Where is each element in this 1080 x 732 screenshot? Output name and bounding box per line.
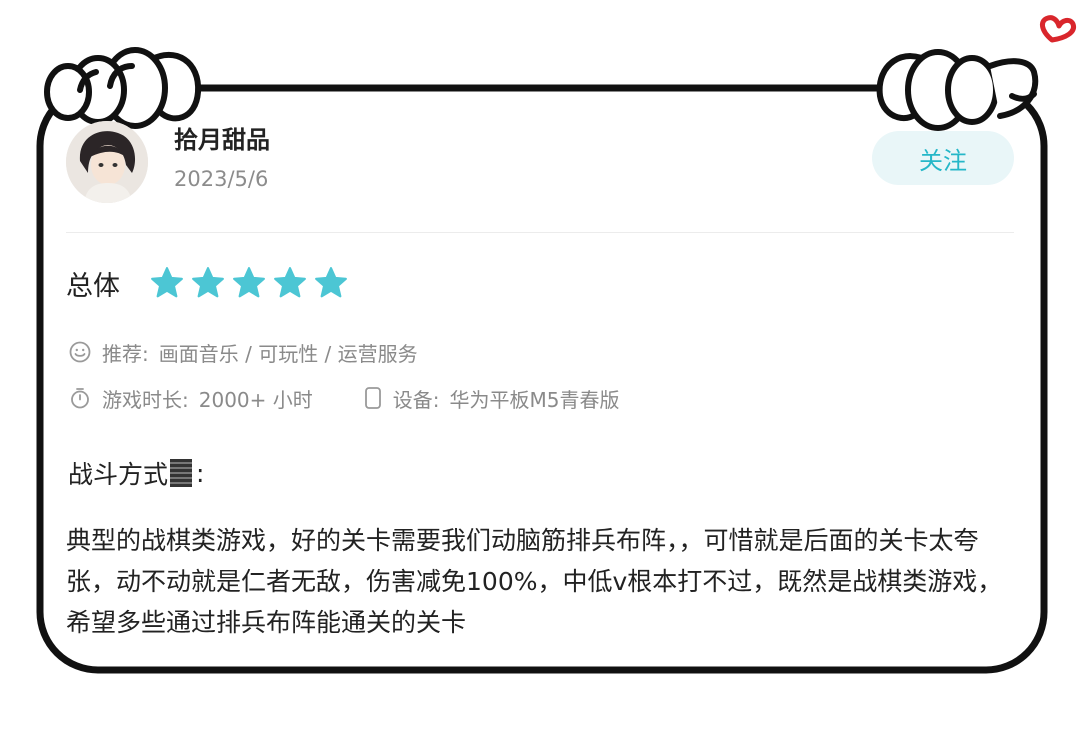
divider (66, 232, 1014, 233)
recommend-value: 画面音乐 / 可玩性 / 运营服务 (158, 341, 418, 366)
playtime-label: 游戏时长: (102, 387, 189, 412)
overall-rating-label: 总体 (66, 271, 120, 302)
star-icon (191, 266, 225, 300)
star-icon (314, 266, 348, 300)
playtime-device-row: 游戏时长: 2000+ 小时 设备: 华为平板M5青春版 (68, 384, 620, 412)
star-icon (232, 266, 266, 300)
device-value: 华为平板M5青春版 (449, 387, 620, 412)
redacted-mark (170, 459, 193, 487)
recommend-row: 推荐: 画面音乐 / 可玩性 / 运营服务 (68, 338, 418, 366)
device-label: 设备: (392, 387, 440, 412)
section-title-text: 战斗方式 (68, 460, 169, 489)
review-section-title: 战斗方式 : (68, 455, 204, 491)
avatar-illustration (66, 121, 148, 203)
avatar[interactable] (66, 121, 148, 203)
star-icon (273, 266, 307, 300)
tablet-icon (363, 386, 383, 410)
review-card: 拾月甜品 2023/5/6 关注 总体 推荐: 画面音乐 / 可玩性 / 运营服… (0, 0, 1080, 732)
post-date: 2023/5/6 (174, 167, 269, 191)
follow-button[interactable]: 关注 (872, 131, 1014, 185)
playtime-value: 2000+ 小时 (198, 387, 313, 412)
recommend-label: 推荐: (102, 341, 149, 366)
stopwatch-icon (68, 386, 92, 410)
review-text: 典型的战棋类游戏，好的关卡需要我们动脑筋排兵布阵，，可惜就是后面的关卡太夸张，动… (66, 526, 1003, 637)
section-title-suffix: : (196, 458, 205, 488)
username[interactable]: 拾月甜品 (174, 120, 270, 155)
star-rating (150, 264, 348, 302)
smile-icon (68, 340, 92, 364)
star-icon (150, 266, 184, 300)
